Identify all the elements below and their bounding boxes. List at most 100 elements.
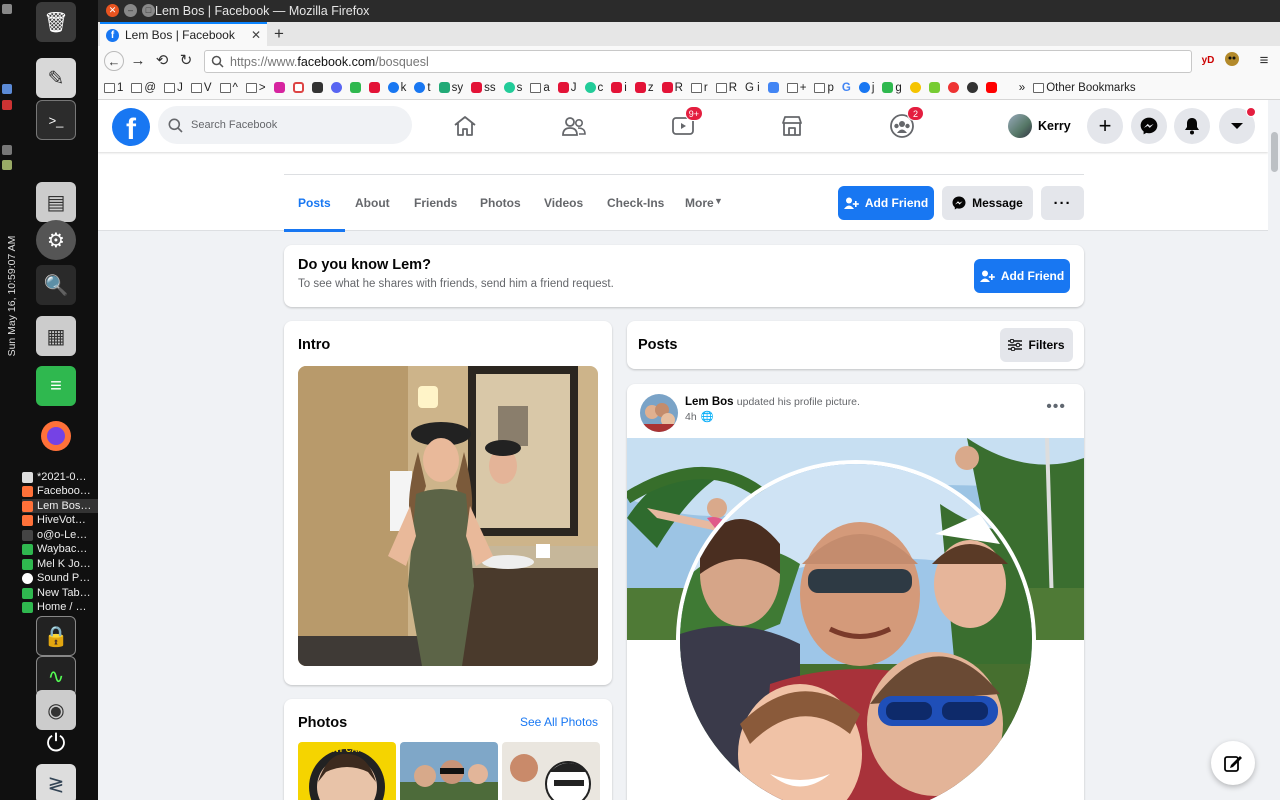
avatar[interactable] <box>640 394 678 432</box>
featured-photo[interactable] <box>298 366 598 666</box>
bookmark-site[interactable]: j <box>858 82 874 94</box>
tray-icon[interactable] <box>2 160 12 170</box>
photo-thumbnail[interactable] <box>400 742 498 800</box>
create-button[interactable]: + <box>1087 108 1123 144</box>
bookmark-folder[interactable]: V <box>190 82 212 94</box>
bookmark-site[interactable]: s <box>503 82 522 94</box>
bookmark-google[interactable]: G <box>842 82 851 94</box>
home-nav-button[interactable] <box>435 108 495 144</box>
forward-button[interactable]: → <box>128 51 148 71</box>
bookmark-site[interactable] <box>947 82 959 93</box>
filters-button[interactable]: Filters <box>1000 328 1073 362</box>
tray-icon[interactable] <box>2 100 12 110</box>
bookmark-site[interactable] <box>330 82 342 93</box>
trash-mini-icon[interactable] <box>2 4 12 14</box>
tab-check-ins[interactable]: Check-Ins <box>593 186 678 232</box>
tab-videos[interactable]: Videos <box>530 186 597 232</box>
notes-app-icon[interactable]: ≡ <box>36 366 76 406</box>
taskbar-item[interactable]: Waybac… <box>22 542 98 556</box>
page-scrollbar[interactable] <box>1268 100 1280 800</box>
file-cabinet-icon[interactable]: ▦ <box>36 316 76 356</box>
taskbar-item[interactable]: Faceboo… <box>22 484 98 498</box>
bookmark-site[interactable]: sy <box>438 82 463 94</box>
bookmark-site[interactable]: k <box>387 82 406 94</box>
profile-picture[interactable] <box>676 460 1036 800</box>
close-tab-icon[interactable]: ✕ <box>251 28 261 42</box>
groups-nav-button[interactable]: 2 <box>872 106 932 144</box>
post-options-button[interactable]: ••• <box>1046 398 1066 416</box>
minimize-window-button[interactable]: – <box>124 4 137 17</box>
see-all-photos-link[interactable]: See All Photos <box>520 715 598 729</box>
extension-owl-icon[interactable] <box>1222 51 1242 71</box>
friends-nav-button[interactable] <box>544 108 604 144</box>
reload-button[interactable]: ↻ <box>176 51 196 71</box>
bookmark-folder[interactable]: R <box>715 82 737 94</box>
bookmark-site[interactable]: J <box>557 82 577 94</box>
bookmark-site[interactable] <box>368 82 380 93</box>
bookmark-site[interactable] <box>928 82 940 93</box>
taskbar-item-active[interactable]: Lem Bos… <box>22 499 98 513</box>
bookmark-folder[interactable]: r <box>690 82 708 94</box>
bookmark-site[interactable] <box>311 82 323 93</box>
bookmark-youtube[interactable] <box>985 82 997 93</box>
bookmark-folder[interactable]: @ <box>131 82 156 94</box>
bookmark-instagram[interactable] <box>273 82 285 93</box>
tab-more[interactable]: More <box>671 186 718 232</box>
settings-wheel-icon[interactable]: ⚙ <box>36 220 76 260</box>
bookmark-site[interactable] <box>349 82 361 93</box>
taskbar-item[interactable]: Home / … <box>22 600 98 614</box>
terminal-icon[interactable]: >_ <box>36 100 76 140</box>
new-tab-button[interactable]: + <box>274 24 284 44</box>
marketplace-nav-button[interactable] <box>762 108 822 144</box>
tab-posts[interactable]: Posts <box>284 186 345 232</box>
extension-yd-button[interactable]: yD <box>1198 51 1218 71</box>
hamburger-menu-icon[interactable]: ≡ <box>1254 51 1274 71</box>
tab-photos[interactable]: Photos <box>466 186 535 232</box>
bookmark-site[interactable] <box>909 82 921 93</box>
bookmark-site[interactable]: c <box>584 82 603 94</box>
app-icon[interactable]: ≷ <box>36 764 76 800</box>
bookmark-gmail[interactable] <box>292 82 304 93</box>
firefox-icon[interactable] <box>36 416 76 456</box>
tray-icon[interactable] <box>2 84 12 94</box>
taskbar-item[interactable]: Sound P… <box>22 571 98 585</box>
notifications-button[interactable] <box>1174 108 1210 144</box>
bookmark-folder[interactable]: J <box>164 82 183 94</box>
bookmark-site[interactable]: t <box>414 82 431 94</box>
bookmark-translate[interactable] <box>767 82 779 93</box>
taskbar-item[interactable]: New Tab… <box>22 586 98 600</box>
bookmark-folder[interactable]: p <box>814 82 834 94</box>
search-input[interactable]: Search Facebook <box>158 106 412 144</box>
messenger-button[interactable] <box>1131 108 1167 144</box>
bookmark-folder[interactable]: 1 <box>104 82 123 94</box>
bookmark-site[interactable]: R <box>661 82 683 94</box>
bookmark-folder[interactable]: > <box>245 82 266 94</box>
tray-icon[interactable] <box>2 145 12 155</box>
message-button[interactable]: Message <box>942 186 1033 220</box>
photo-thumbnail[interactable]: I DONT CARE IF <box>298 742 396 800</box>
facebook-logo-icon[interactable]: f <box>112 108 150 146</box>
tab-about[interactable]: About <box>341 186 404 232</box>
scrollbar-thumb[interactable] <box>1271 132 1278 172</box>
bookmark-site[interactable]: z <box>634 82 654 94</box>
new-message-button[interactable] <box>1211 741 1255 785</box>
watch-nav-button[interactable]: 9+ <box>653 106 713 144</box>
bookmark-folder[interactable]: ^ <box>219 82 238 94</box>
text-editor-icon[interactable]: ✎ <box>36 58 76 98</box>
other-bookmarks[interactable]: Other Bookmarks <box>1033 82 1136 94</box>
browser-tab[interactable]: f Lem Bos | Facebook ✕ <box>100 22 267 46</box>
power-icon[interactable]: ⏻ <box>36 724 76 764</box>
magnifier-icon[interactable]: 🔍 <box>36 265 76 305</box>
bookmark-folder[interactable]: + <box>786 82 806 94</box>
bookmark-site[interactable]: g <box>882 82 902 94</box>
clock[interactable]: Sun May 16, 10:59:07 AM <box>6 226 18 366</box>
account-menu-button[interactable] <box>1219 107 1256 144</box>
close-window-button[interactable]: ✕ <box>106 4 119 17</box>
back-button[interactable]: ← <box>104 51 124 71</box>
post-timestamp[interactable]: 4h <box>685 411 697 423</box>
bookmark-folder[interactable]: a <box>530 82 550 94</box>
bookmark-site[interactable]: i <box>611 82 627 94</box>
history-icon[interactable]: ⟲ <box>152 51 172 71</box>
bookmark-site[interactable]: ss <box>471 82 496 94</box>
bookmarks-overflow-chevron-icon[interactable]: » <box>1019 82 1025 94</box>
